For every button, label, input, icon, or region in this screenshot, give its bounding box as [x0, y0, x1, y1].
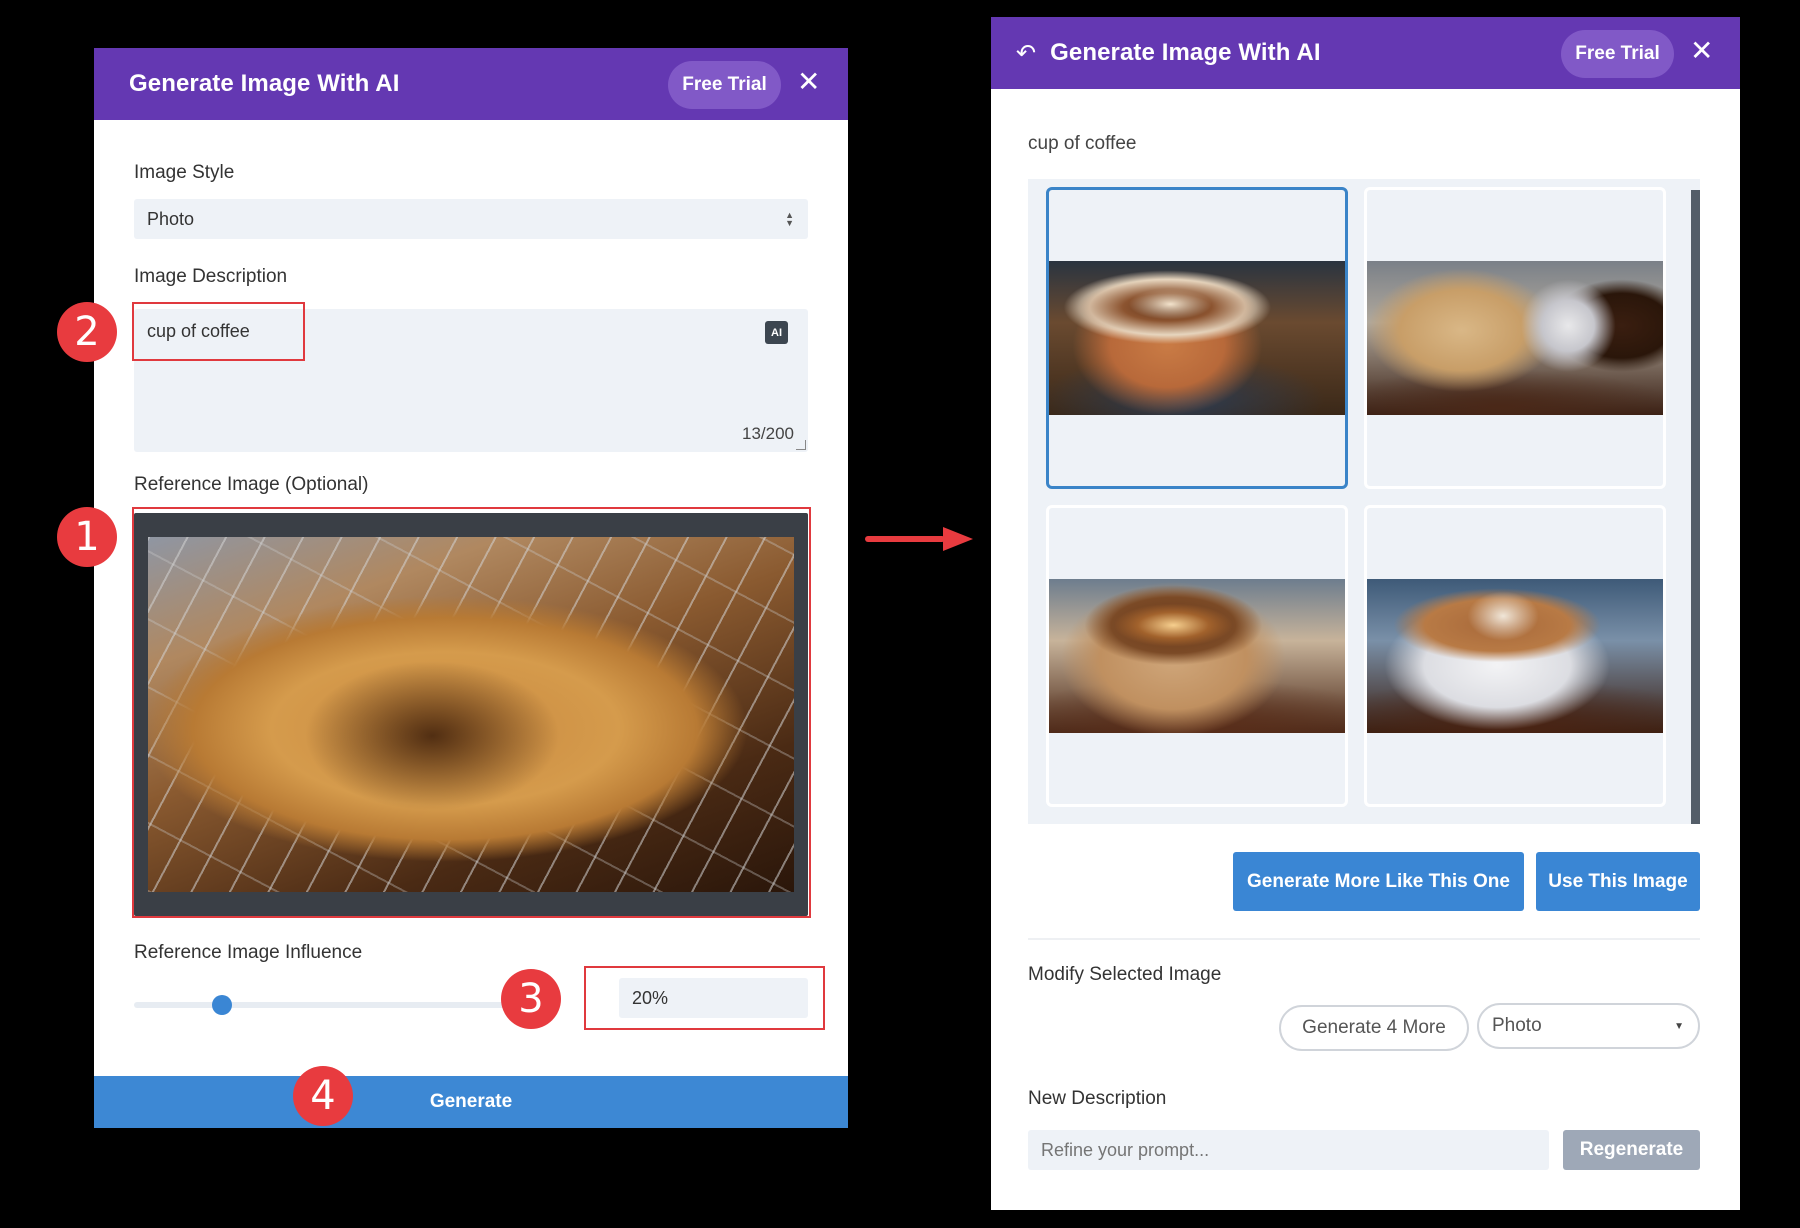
back-icon[interactable]: ↶: [1016, 39, 1036, 68]
generate-more-like-this-button[interactable]: Generate More Like This One: [1233, 852, 1524, 911]
generate-label: Generate: [429, 1091, 513, 1112]
image-style-label: Image Style: [134, 162, 235, 183]
panel-title: Generate Image With AI: [1050, 39, 1321, 66]
influence-slider-track[interactable]: [134, 1002, 514, 1008]
resize-handle-icon[interactable]: [796, 440, 806, 450]
image-description-label: Image Description: [134, 266, 288, 287]
influence-slider-thumb[interactable]: [212, 995, 232, 1015]
flow-arrow-icon: [865, 527, 973, 551]
result-image: [1367, 261, 1663, 415]
annotation-badge-2: 2: [57, 302, 117, 362]
highlight-reference-image: [132, 507, 811, 918]
annotation-badge-4: 4: [293, 1066, 353, 1126]
refine-prompt-input[interactable]: [1028, 1130, 1549, 1170]
free-trial-button[interactable]: Free Trial: [668, 61, 781, 109]
ai-assist-icon[interactable]: AI: [765, 321, 788, 344]
result-image: [1049, 579, 1345, 733]
generate-button[interactable]: Generate: [94, 1076, 848, 1128]
result-card[interactable]: [1046, 505, 1348, 807]
annotation-badge-3: 3: [501, 969, 561, 1029]
annotation-badge-1: 1: [57, 507, 117, 567]
result-card[interactable]: [1364, 505, 1666, 807]
panel-header: ↶ Generate Image With AI Free Trial ✕: [991, 17, 1740, 89]
prompt-text: cup of coffee: [1028, 133, 1137, 154]
regenerate-button[interactable]: Regenerate: [1563, 1130, 1700, 1170]
image-style-value: Photo: [147, 208, 195, 229]
image-style-select[interactable]: Photo ▲ ▼: [134, 199, 808, 239]
generate-4-more-label: Generate 4 More: [1302, 1017, 1446, 1038]
character-counter: 13/200: [742, 424, 794, 443]
result-image: [1367, 579, 1663, 733]
chevron-down-icon: ▼: [1674, 1020, 1684, 1032]
close-icon[interactable]: ✕: [797, 68, 820, 96]
select-arrows-icon: ▲ ▼: [785, 210, 794, 228]
regenerate-label: Regenerate: [1579, 1139, 1684, 1160]
reference-image-label: Reference Image (Optional): [134, 474, 369, 495]
result-card[interactable]: [1046, 187, 1348, 489]
results-grid: [1028, 179, 1700, 824]
influence-label: Reference Image Influence: [134, 942, 363, 963]
result-card[interactable]: [1364, 187, 1666, 489]
highlight-influence-value: [584, 966, 825, 1030]
modify-style-value: Photo: [1492, 1015, 1542, 1036]
generate-image-panel-right: ↶ Generate Image With AI Free Trial ✕ cu…: [991, 17, 1740, 1210]
use-image-label: Use This Image: [1548, 870, 1688, 892]
free-trial-button[interactable]: Free Trial: [1561, 30, 1674, 78]
panel-title: Generate Image With AI: [129, 70, 400, 97]
modify-style-select[interactable]: Photo ▼: [1477, 1003, 1700, 1049]
new-description-label: New Description: [1028, 1088, 1167, 1109]
close-icon[interactable]: ✕: [1690, 37, 1713, 65]
panel-header: Generate Image With AI Free Trial ✕: [94, 48, 848, 120]
results-scrollbar[interactable]: [1691, 190, 1700, 824]
result-image: [1049, 261, 1345, 415]
generate-4-more-button[interactable]: Generate 4 More: [1279, 1005, 1469, 1051]
section-divider: [1028, 938, 1700, 940]
highlight-description: [132, 302, 305, 361]
modify-selected-label: Modify Selected Image: [1028, 964, 1222, 985]
generate-more-label: Generate More Like This One: [1247, 870, 1510, 892]
use-this-image-button[interactable]: Use This Image: [1536, 852, 1700, 911]
